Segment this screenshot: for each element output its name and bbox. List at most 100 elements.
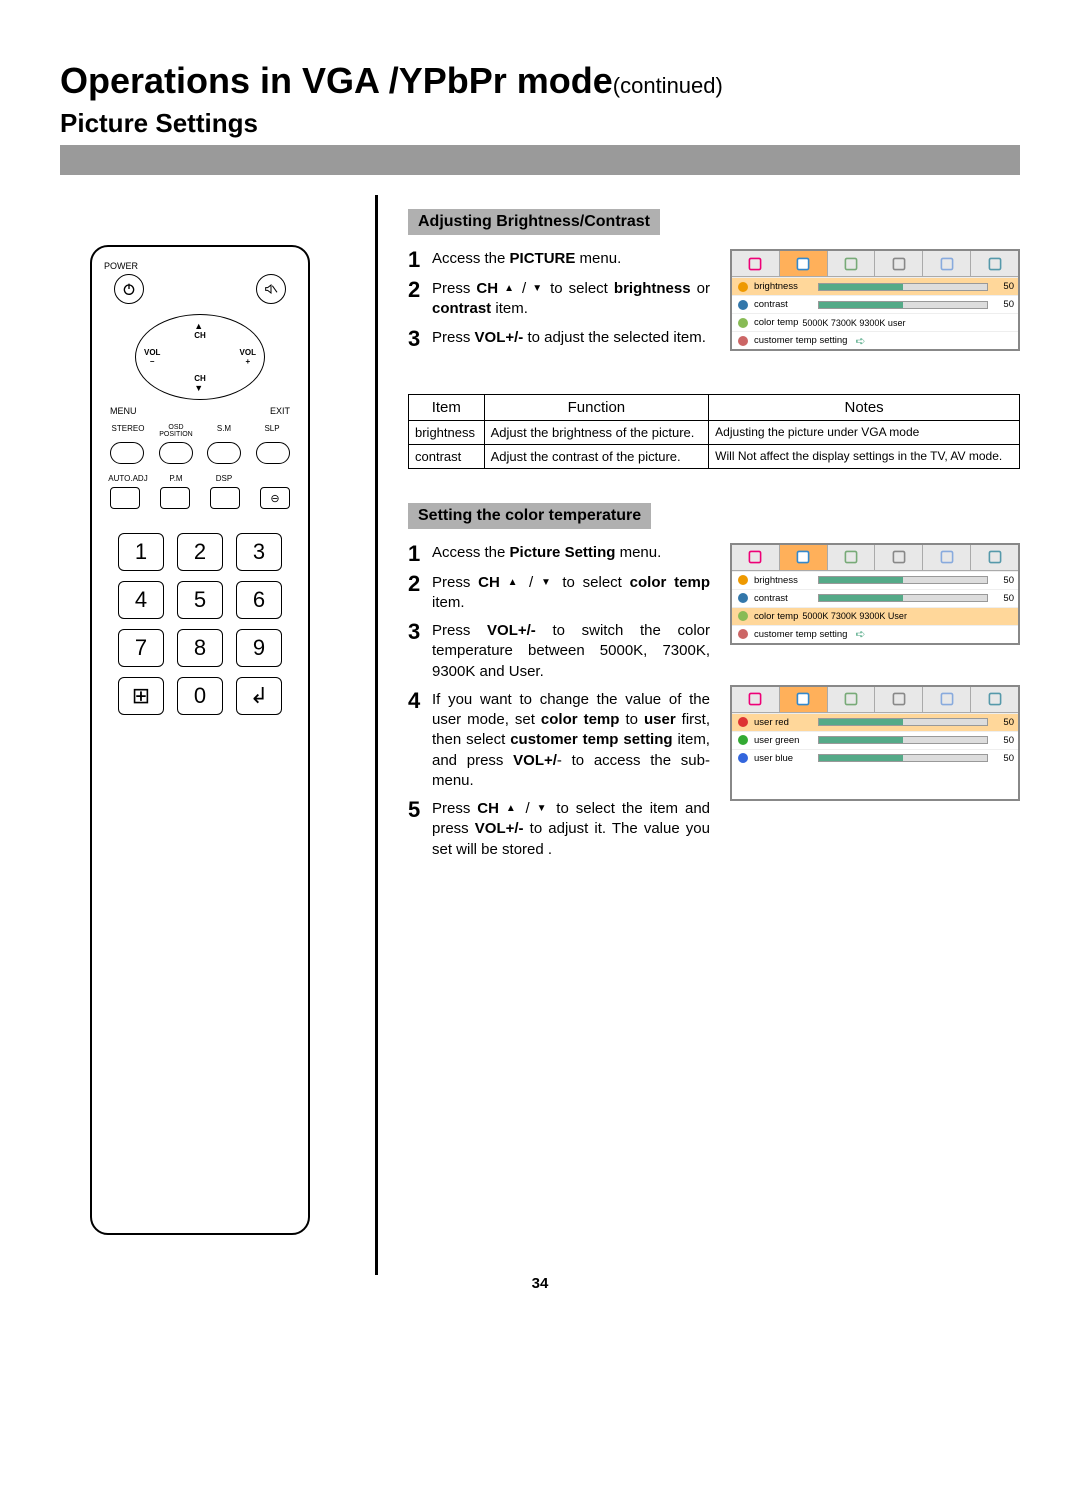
- steps-brightness: 1Access the PICTURE menu.2Press CH ▲ / ▼…: [408, 249, 710, 358]
- section-header-brightness: Adjusting Brightness/Contrast: [408, 209, 660, 235]
- osd-value: 50: [992, 717, 1014, 728]
- step-number: 2: [408, 573, 432, 614]
- sm-button: [207, 442, 241, 464]
- th-item: Item: [409, 394, 485, 420]
- osd-panel-3: user red 50 user green 50 user blue 50: [730, 685, 1020, 801]
- osd-row-icon: [736, 716, 750, 728]
- osd-bar: [818, 594, 988, 602]
- osd-row-icon: [736, 317, 750, 329]
- osd-tab: [971, 251, 1018, 276]
- table-row: brightness Adjust the brightness of the …: [409, 420, 1020, 444]
- osd-value: 50: [992, 575, 1014, 586]
- step: 3Press VOL+/- to adjust the selected ite…: [408, 328, 710, 350]
- num-1: 1: [118, 533, 164, 571]
- power-button: [114, 274, 144, 304]
- step-text: Press CH ▲ / ▼ to select color temp item…: [432, 573, 710, 614]
- num-9: 9: [236, 629, 282, 667]
- osd-value: 50: [992, 299, 1014, 310]
- btn-label: S.M: [204, 424, 244, 438]
- osd-row: customer temp setting➪: [732, 625, 1018, 643]
- osd-row-label: color temp: [754, 317, 798, 328]
- osd-tab: [971, 687, 1018, 712]
- page-subtitle: Picture Settings: [60, 108, 1020, 139]
- exit-label: EXIT: [270, 406, 290, 416]
- osd-row-icon: [736, 281, 750, 293]
- extra-button: ⊖: [260, 487, 290, 509]
- osd-row-label: user green: [754, 735, 814, 746]
- osd-tabs: [732, 545, 1018, 571]
- osd-tab: [971, 545, 1018, 570]
- num-4: 4: [118, 581, 164, 619]
- osd-row-label: contrast: [754, 593, 814, 604]
- menu-label: MENU: [110, 406, 137, 416]
- btn-label: AUTO.ADJ: [108, 474, 148, 483]
- numpad: 1 2 3 4 5 6 7 8 9 ⊞: [104, 533, 296, 715]
- cell-item: brightness: [409, 420, 485, 444]
- step-text: Press VOL+/- to switch the color tempera…: [432, 621, 710, 682]
- step: 3Press VOL+/- to switch the color temper…: [408, 621, 710, 682]
- num-2: 2: [177, 533, 223, 571]
- cell-notes: Will Not affect the display settings in …: [709, 444, 1020, 468]
- num-7: 7: [118, 629, 164, 667]
- th-notes: Notes: [709, 394, 1020, 420]
- osd-panel-2: brightness 50 contrast 50 color temp5000…: [730, 543, 1020, 645]
- step-text: Press CH ▲ / ▼ to select brightness or c…: [432, 279, 710, 320]
- osd-row: contrast 50: [732, 295, 1018, 313]
- osd-row-icon: [736, 335, 750, 347]
- content-column: Adjusting Brightness/Contrast 1Access th…: [375, 195, 1020, 1275]
- num-5: 5: [177, 581, 223, 619]
- step-number: 3: [408, 328, 432, 350]
- osd-tabs: [732, 687, 1018, 713]
- num-0: 0: [177, 677, 223, 715]
- osd-tab: [875, 687, 923, 712]
- step: 1Access the Picture Setting menu.: [408, 543, 710, 565]
- osd-row: contrast 50: [732, 589, 1018, 607]
- osd-row-icon: [736, 752, 750, 764]
- osd-row-label: user red: [754, 717, 814, 728]
- osd-row-label: brightness: [754, 575, 814, 586]
- btn-label: [252, 474, 292, 483]
- decorative-bar: [60, 145, 1020, 175]
- osd-bar: [818, 754, 988, 762]
- osd-bar: [818, 736, 988, 744]
- osd-tab: [732, 545, 780, 570]
- step-number: 1: [408, 543, 432, 565]
- osd-row-label: color temp: [754, 611, 798, 622]
- step-text: Access the PICTURE menu.: [432, 249, 621, 271]
- osd-tabs: [732, 251, 1018, 277]
- osd-value: 50: [992, 735, 1014, 746]
- osd-row-label: customer temp setting: [754, 335, 847, 346]
- osd-tab: [780, 251, 828, 276]
- th-function: Function: [484, 394, 709, 420]
- step-text: Access the Picture Setting menu.: [432, 543, 661, 565]
- osd-row-icon: [736, 592, 750, 604]
- power-label: POWER: [104, 261, 296, 271]
- osd-row: user blue 50: [732, 749, 1018, 767]
- table-row: contrast Adjust the contrast of the pict…: [409, 444, 1020, 468]
- step: 4If you want to change the value of the …: [408, 690, 710, 791]
- step-number: 2: [408, 279, 432, 320]
- num-3: 3: [236, 533, 282, 571]
- osd-tab: [828, 687, 876, 712]
- pm-button: [160, 487, 190, 509]
- step-number: 1: [408, 249, 432, 271]
- osd-row-icon: [736, 628, 750, 640]
- osd-tab: [780, 545, 828, 570]
- osd-tab: [923, 251, 971, 276]
- cell-func: Adjust the brightness of the picture.: [484, 420, 709, 444]
- osd-tab: [923, 545, 971, 570]
- num-6: 6: [236, 581, 282, 619]
- mute-button: [256, 274, 286, 304]
- osd-row: brightness 50: [732, 277, 1018, 295]
- btn-label: STEREO: [108, 424, 148, 438]
- osd-value: 50: [992, 753, 1014, 764]
- mute-icon: [263, 281, 279, 297]
- step: 5Press CH ▲ / ▼ to select the item and p…: [408, 799, 710, 860]
- cell-item: contrast: [409, 444, 485, 468]
- page-number: 34: [60, 1275, 1020, 1292]
- osd-arrow-icon: ➪: [855, 627, 865, 641]
- osd-bar: [818, 718, 988, 726]
- btn-label: OSD POSITION: [156, 424, 196, 438]
- cell-func: Adjust the contrast of the picture.: [484, 444, 709, 468]
- osd-row-label: contrast: [754, 299, 814, 310]
